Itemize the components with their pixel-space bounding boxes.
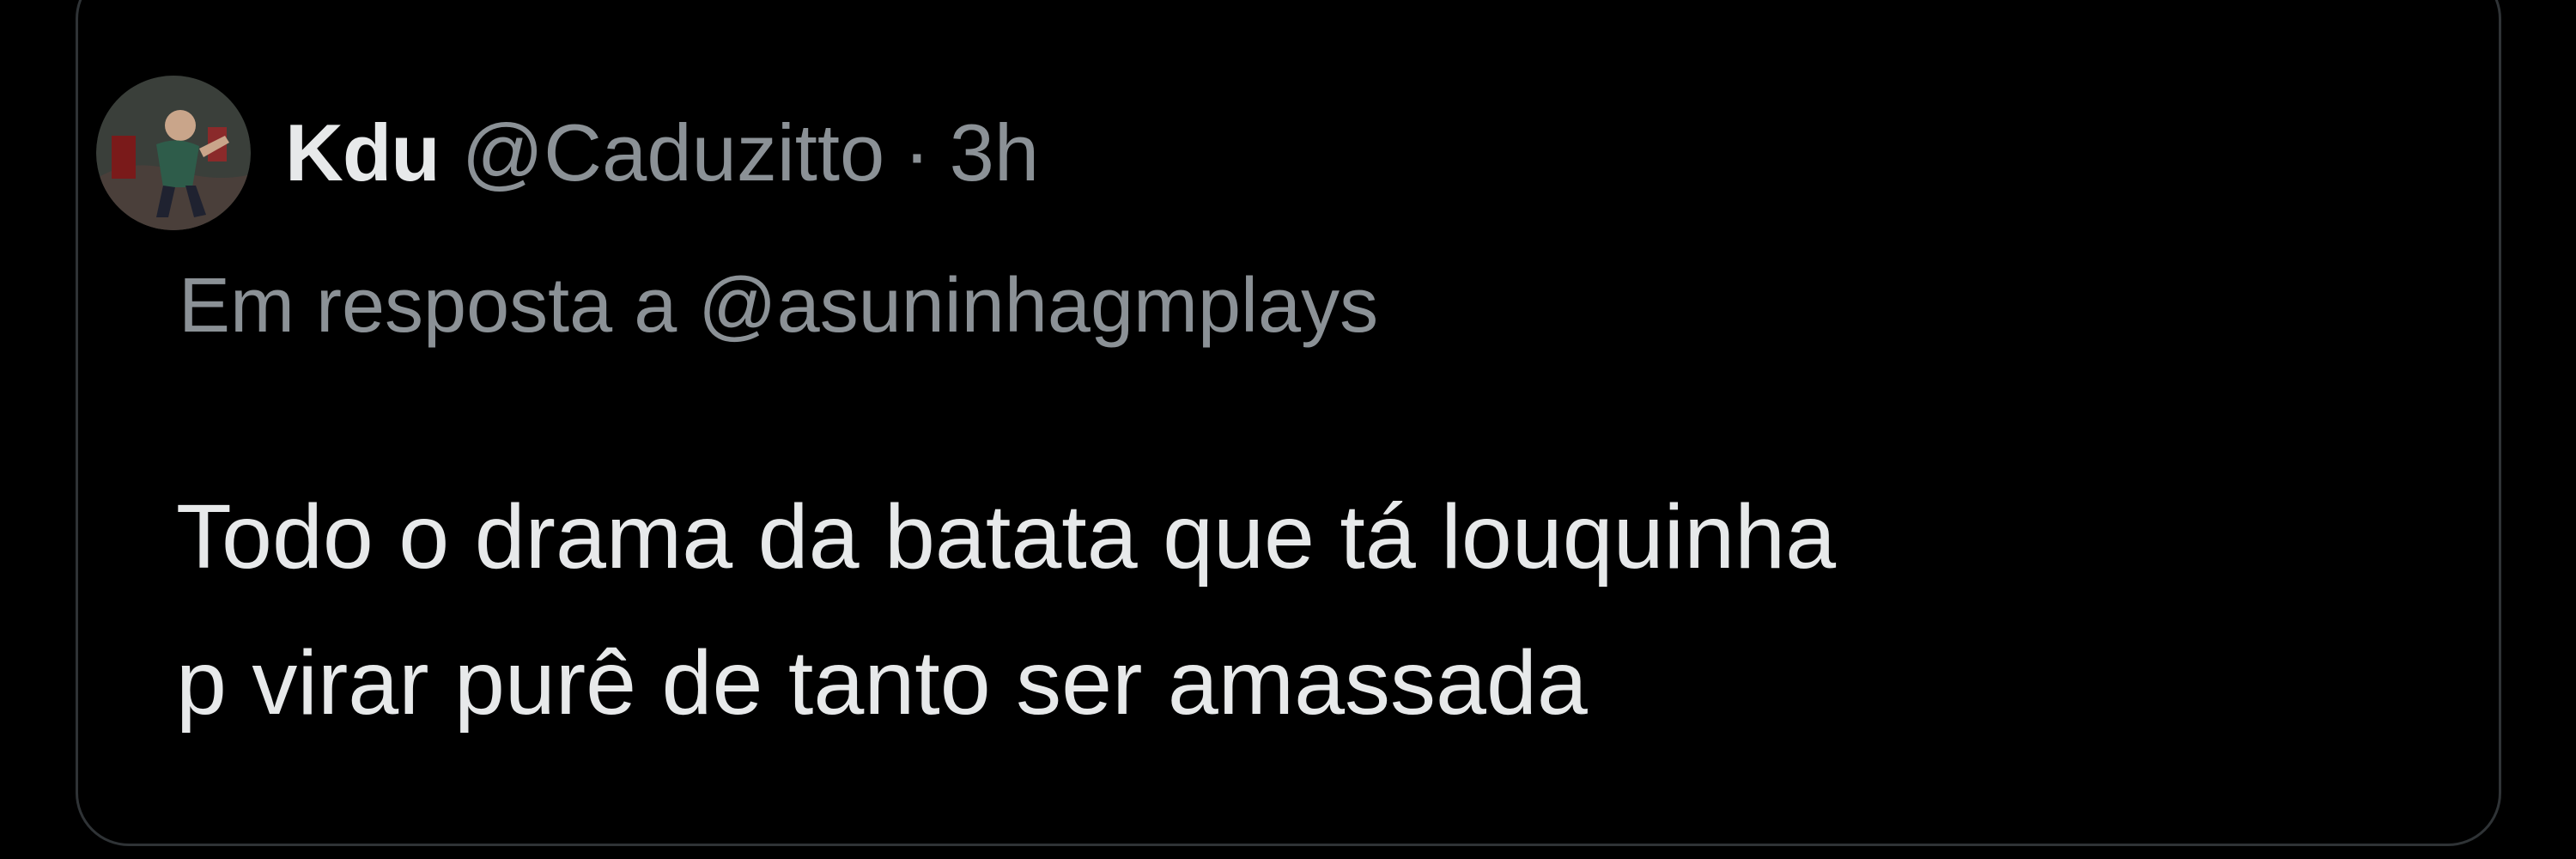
tweet-text-line: Todo o drama da batata que tá louquinha <box>176 486 1837 588</box>
reply-context: Em resposta a @asuninhagmplays <box>179 262 1378 350</box>
separator-dot: · <box>903 107 931 198</box>
tweet-text: Todo o drama da batata que tá louquinha … <box>176 464 1836 756</box>
reply-prefix: Em resposta a <box>179 263 677 349</box>
avatar-image <box>96 76 251 230</box>
avatar[interactable] <box>96 76 251 230</box>
tweet-text-line: p virar purê de tanto ser amassada <box>176 632 1588 734</box>
reply-to-handle[interactable]: @asuninhagmplays <box>698 263 1378 349</box>
user-handle[interactable]: @Caduzitto <box>462 107 885 199</box>
display-name[interactable]: Kdu <box>285 107 440 199</box>
timestamp[interactable]: 3h <box>950 107 1040 199</box>
tweet-header: Kdu @Caduzitto · 3h <box>96 76 1040 230</box>
